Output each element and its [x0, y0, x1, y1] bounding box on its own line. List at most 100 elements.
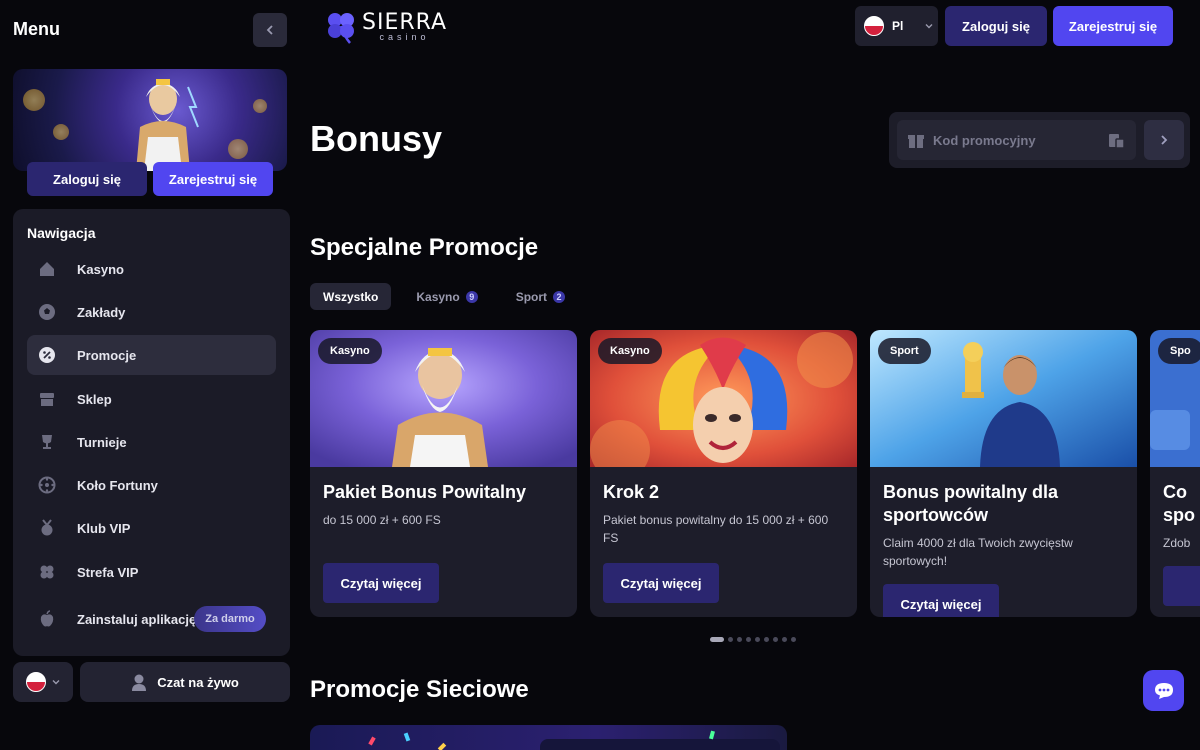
zeus-illustration — [136, 79, 199, 171]
wheel-icon — [37, 475, 57, 495]
chevron-left-icon — [266, 25, 273, 35]
shop-icon — [37, 389, 57, 409]
clover-icon — [37, 562, 57, 582]
special-promotions-title: Specjalne Promocje — [310, 234, 539, 261]
sidebar: Menu Zaloguj się Zarejestruj się Nawigac… — [0, 0, 300, 750]
promotion-tabs: Wszystko Kasyno 9 Sport 2 — [310, 283, 590, 310]
sidebar-login-button[interactable]: Zaloguj się — [27, 162, 147, 196]
page-title: Bonusy — [310, 118, 443, 159]
chevron-down-icon — [925, 24, 933, 29]
live-chat-label: Czat na żywo — [157, 674, 239, 690]
poland-flag-icon — [26, 672, 46, 692]
promotion-card[interactable]: Sport Bonus powitalny dla sportowców Cla… — [870, 330, 1137, 617]
nav-item-turnieje[interactable]: Turnieje — [27, 422, 276, 462]
nav-item-zaklady[interactable]: Zakłady — [27, 292, 276, 332]
category-tag: Kasyno — [598, 338, 662, 364]
nav-item-label: Klub VIP — [77, 520, 131, 536]
carousel-dot[interactable] — [791, 637, 796, 642]
paste-icon[interactable] — [1107, 131, 1125, 149]
nav-item-label: Zainstaluj aplikację — [77, 611, 197, 627]
carousel-dot[interactable] — [755, 637, 760, 642]
chevron-down-icon — [52, 680, 60, 685]
carousel-dot[interactable] — [728, 637, 733, 642]
collapse-sidebar-button[interactable] — [253, 13, 287, 47]
card-title-line: Co — [1163, 482, 1187, 502]
sierra-casino-logo[interactable]: SIERRA casino — [326, 10, 447, 44]
nav-item-label: Koło Fortuny — [77, 477, 158, 493]
category-tag: Sport — [878, 338, 931, 364]
home-icon — [37, 259, 57, 279]
navigation-heading: Nawigacja — [27, 225, 96, 241]
header-register-button[interactable]: Zarejestruj się — [1053, 6, 1173, 46]
carousel-dot[interactable] — [710, 637, 724, 642]
carousel-dot[interactable] — [746, 637, 751, 642]
carousel-dot[interactable] — [764, 637, 769, 642]
tab-count-badge: 9 — [465, 290, 478, 303]
nav-item-sklep[interactable]: Sklep — [27, 379, 276, 419]
card-title: Krok 2 — [603, 482, 660, 502]
card-description: Zdob — [1163, 536, 1191, 550]
support-agent-icon — [132, 674, 147, 691]
header-login-button[interactable]: Zaloguj się — [945, 6, 1047, 46]
sidebar-language-selector[interactable] — [13, 662, 73, 702]
promo-submit-button[interactable] — [1144, 120, 1184, 160]
card-title-line: spo — [1163, 505, 1196, 525]
nav-item-klub-vip[interactable]: Klub VIP — [27, 508, 276, 548]
promotion-card[interactable]: Spo Co spo Zdob C — [1150, 330, 1200, 617]
carousel-dot[interactable] — [773, 637, 778, 642]
tab-wszystko[interactable]: Wszystko — [310, 283, 392, 310]
nav-item-kasyno[interactable]: Kasyno — [27, 249, 276, 289]
navigation-panel: Nawigacja Kasyno Zakłady Promocje Sklep … — [13, 209, 290, 656]
read-more-button[interactable]: Czytaj więcej — [323, 563, 439, 603]
chat-bubble-button[interactable] — [1143, 670, 1184, 711]
nav-item-promocje[interactable]: Promocje — [27, 335, 276, 375]
card-title: Pakiet Bonus Powitalny — [323, 482, 527, 502]
carousel-dot[interactable] — [737, 637, 742, 642]
logo-text: SIERRA — [362, 10, 448, 35]
nav-item-label: Kasyno — [77, 261, 124, 277]
promo-code-box — [889, 112, 1190, 168]
tab-label: Kasyno — [416, 289, 460, 304]
promotion-card[interactable]: Kasyno Krok 2 Pakiet bonus powitalny do … — [590, 330, 857, 617]
trophy-icon — [37, 432, 57, 452]
nav-item-label: Zakłady — [77, 304, 126, 320]
sidebar-register-button[interactable]: Zarejestruj się — [153, 162, 273, 196]
nav-item-strefa-vip[interactable]: Strefa VIP — [27, 552, 276, 592]
percent-badge-icon — [37, 345, 57, 365]
confetti-decoration — [368, 730, 780, 750]
medal-icon — [37, 518, 57, 538]
carousel-pagination — [710, 637, 796, 642]
card-description: do 15 000 zł + 600 FS — [323, 513, 441, 527]
promo-code-input[interactable] — [897, 120, 1136, 160]
nav-item-label: Sklep — [77, 391, 112, 407]
read-more-button[interactable]: Czytaj więcej — [883, 584, 999, 617]
nav-item-kolo-fortuny[interactable]: Koło Fortuny — [27, 465, 276, 505]
apple-icon — [37, 609, 57, 629]
network-promotion-banner[interactable] — [310, 725, 787, 750]
tab-sport[interactable]: Sport 2 — [503, 283, 578, 310]
network-promotions-title: Promocje Sieciowe — [310, 676, 529, 703]
nav-item-label: Turnieje — [77, 434, 127, 450]
free-badge: Za darmo — [194, 606, 266, 632]
nav-item-zainstaluj-aplikacje[interactable]: Zainstaluj aplikację Za darmo — [27, 599, 276, 639]
card-description: Pakiet bonus powitalny do 15 000 zł + 60… — [603, 513, 829, 545]
live-chat-button[interactable]: Czat na żywo — [80, 662, 290, 702]
category-tag: Spo — [1158, 338, 1200, 364]
tab-count-badge: 2 — [553, 290, 566, 303]
read-more-button[interactable]: Czytaj więcej — [603, 563, 719, 603]
sidebar-promo-banner[interactable] — [13, 69, 287, 171]
carousel-dot[interactable] — [782, 637, 787, 642]
tab-label: Wszystko — [323, 289, 379, 304]
header-language-selector[interactable]: Pl — [855, 6, 938, 46]
card-title: Bonus powitalny dla sportowców — [883, 482, 1059, 525]
tab-label: Sport — [515, 289, 548, 304]
tab-kasyno[interactable]: Kasyno 9 — [403, 283, 490, 310]
chevron-right-icon — [1161, 135, 1168, 145]
menu-title: Menu — [13, 19, 60, 39]
nav-item-label: Strefa VIP — [77, 564, 139, 580]
gift-icon — [908, 135, 924, 148]
promotion-card[interactable]: Kasyno Pakiet Bonus Powitalny do 15 000 … — [310, 330, 577, 617]
clover-logo-icon — [328, 13, 354, 44]
card-description: Claim 4000 zł dla Twoich zwycięstw sport… — [883, 536, 1073, 568]
read-more-button[interactable]: C — [1163, 566, 1200, 606]
